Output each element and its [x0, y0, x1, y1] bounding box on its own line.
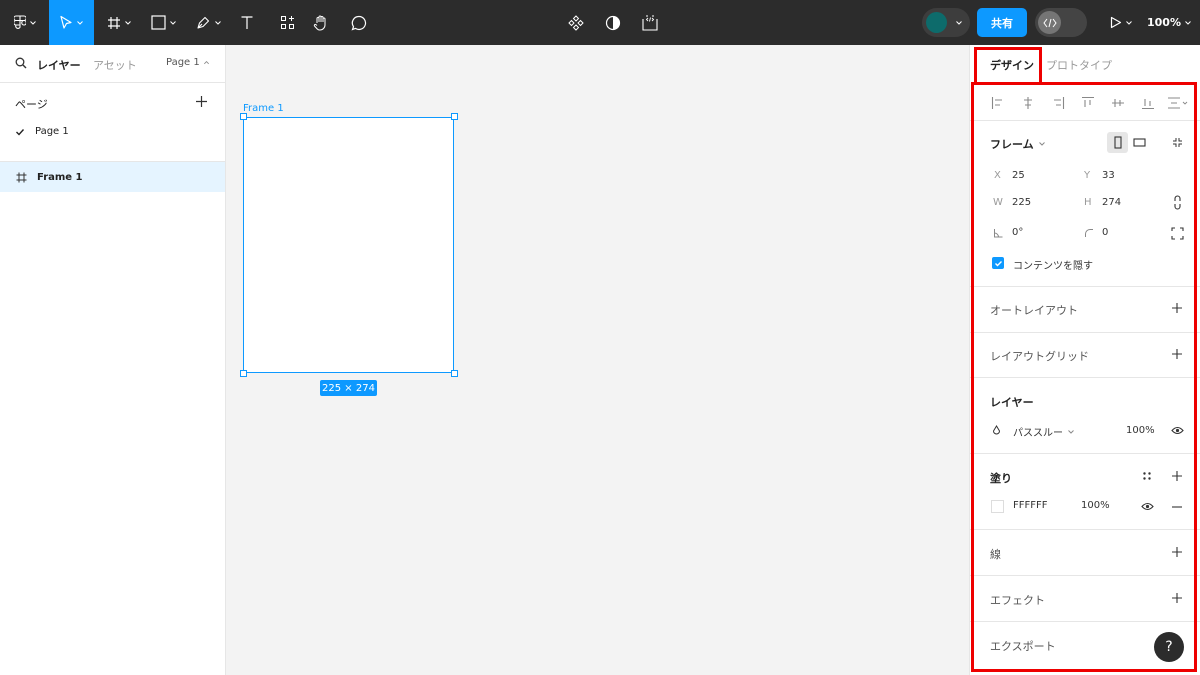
chevron-down-icon — [1125, 20, 1132, 25]
chevron-up-icon — [203, 61, 209, 65]
zoom-dropdown[interactable]: 100% — [1147, 0, 1192, 45]
cursor-icon — [60, 15, 72, 29]
page-selector-label: Page 1 — [166, 57, 200, 68]
tab-prototype[interactable]: プロトタイプ — [1046, 57, 1112, 73]
share-button[interactable]: 共有 — [977, 8, 1027, 37]
page-list-item[interactable]: Page 1 — [15, 126, 69, 137]
frame-name-label[interactable]: Frame 1 — [243, 103, 284, 114]
code-brackets-icon — [1042, 18, 1057, 27]
chevron-down-icon — [1185, 20, 1191, 25]
text-icon — [241, 16, 253, 29]
chevron-down-icon — [170, 20, 176, 25]
dimension-badge: 225 × 274 — [320, 380, 377, 396]
present-button[interactable] — [1106, 0, 1136, 45]
dev-mode-knob — [1038, 11, 1061, 34]
component-button[interactable] — [565, 0, 587, 45]
resize-handle-bottom-left[interactable] — [240, 370, 247, 377]
dev-mode-toggle[interactable] — [1035, 8, 1087, 37]
chevron-down-icon — [29, 20, 36, 25]
rectangle-icon — [151, 15, 166, 30]
play-icon — [1110, 16, 1121, 29]
dev-code-button[interactable] — [639, 0, 661, 45]
chevron-down-icon — [77, 20, 83, 25]
tab-layers[interactable]: レイヤー — [37, 57, 81, 73]
toolbar: 共有 100% — [0, 0, 1200, 45]
multiplayer-avatars[interactable] — [922, 8, 970, 37]
pages-section-title: ページ — [15, 98, 48, 111]
page-item-label: Page 1 — [35, 126, 69, 137]
code-frame-icon — [642, 14, 658, 31]
checkmark-icon — [16, 128, 25, 136]
component-icon — [568, 14, 584, 31]
resize-handle-top-right[interactable] — [451, 113, 458, 120]
zoom-value: 100% — [1147, 16, 1181, 29]
tab-assets[interactable]: アセット — [93, 57, 137, 73]
chevron-down-icon — [956, 21, 962, 25]
pen-tool-button[interactable] — [192, 0, 226, 45]
layer-row-frame[interactable]: Frame 1 — [0, 162, 225, 192]
add-page-plus-icon[interactable] — [195, 95, 208, 108]
search-icon[interactable] — [15, 57, 27, 69]
frame-hash-icon — [16, 172, 27, 182]
chevron-down-icon — [124, 20, 131, 25]
hand-icon — [313, 15, 326, 31]
page-selector[interactable]: Page 1 — [166, 57, 210, 68]
chevron-down-icon — [215, 20, 221, 25]
resize-handle-bottom-right[interactable] — [451, 370, 458, 377]
avatar[interactable] — [926, 12, 947, 33]
selected-frame[interactable] — [243, 117, 454, 373]
left-panel: レイヤー アセット Page 1 ページ Page 1 Frame 1 — [0, 45, 226, 675]
main-menu-button[interactable] — [8, 0, 42, 45]
annotation-highlight-panel — [971, 82, 1197, 672]
shape-tool-button[interactable] — [147, 0, 181, 45]
comment-icon — [351, 15, 367, 31]
figma-logo-icon — [13, 14, 26, 29]
components-plus-icon — [280, 16, 294, 29]
frame-tool-button[interactable] — [102, 0, 136, 45]
text-tool-button[interactable] — [236, 0, 258, 45]
layer-label: Frame 1 — [37, 171, 83, 183]
comment-tool-button[interactable] — [348, 0, 370, 45]
frame-hash-icon — [107, 16, 120, 29]
hand-tool-button[interactable] — [310, 0, 332, 45]
left-panel-tabs: レイヤー アセット Page 1 — [0, 45, 225, 83]
move-tool-button[interactable] — [49, 0, 94, 45]
mask-button[interactable] — [602, 0, 624, 45]
contrast-icon — [605, 15, 621, 30]
resize-handle-top-left[interactable] — [240, 113, 247, 120]
resources-tool-button[interactable] — [276, 0, 298, 45]
annotation-highlight-tab — [974, 47, 1042, 84]
pen-icon — [197, 16, 210, 29]
